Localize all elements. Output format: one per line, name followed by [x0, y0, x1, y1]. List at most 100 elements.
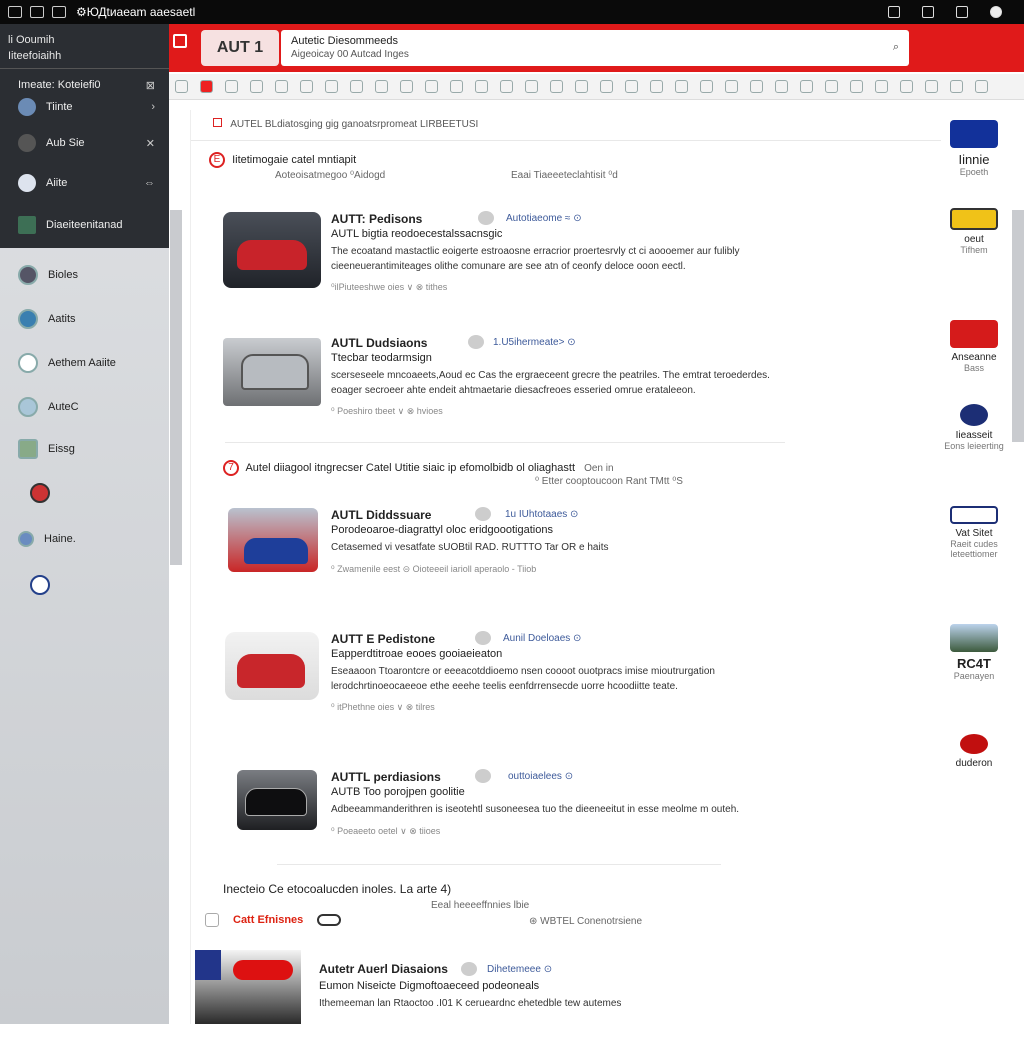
tag-icon[interactable]: [550, 80, 563, 93]
folder-icon[interactable]: [30, 6, 44, 18]
star-icon[interactable]: [825, 80, 838, 93]
table-icon[interactable]: [475, 80, 488, 93]
right-scrollbar[interactable]: [1012, 210, 1024, 442]
more-icon[interactable]: [900, 80, 913, 93]
link-icon[interactable]: [400, 80, 413, 93]
card-author[interactable]: 1.U5ihermeate> ⊙: [493, 337, 576, 348]
list-icon[interactable]: [700, 80, 713, 93]
section-subtitle-right: Eaai Tiaeeeteclahtisit ⁰d: [511, 170, 618, 181]
checkbox-icon[interactable]: [213, 118, 222, 127]
lock-icon[interactable]: [956, 6, 968, 18]
bold-icon[interactable]: [375, 80, 388, 93]
cut-icon[interactable]: [325, 80, 338, 93]
sidebar-item-profile[interactable]: [0, 478, 169, 508]
filter-icon[interactable]: [500, 80, 513, 93]
sidebar-header-line1: li Ooumih: [8, 34, 55, 46]
card-author[interactable]: outtoiaelees ⊙: [508, 771, 573, 782]
list-item[interactable]: AUTL Dudsiaons 1.U5ihermeate> ⊙ Ttecbar …: [223, 335, 803, 436]
share-icon[interactable]: [575, 80, 588, 93]
list-item[interactable]: AUTT: Pedisons Autotiaeome ≈ ⊙ AUTL bigt…: [223, 211, 803, 312]
undo-icon[interactable]: [225, 80, 238, 93]
notes-icon[interactable]: [888, 6, 900, 18]
sidebar-item-aiite[interactable]: Aiite ⇔: [0, 168, 169, 198]
feed-header-text: AUTEL BLdiatosging gig ganoatsrpromeat L…: [230, 119, 479, 130]
zoom-icon[interactable]: [625, 80, 638, 93]
search-icon[interactable]: ⌕: [893, 40, 899, 54]
toolbar-icon[interactable]: [175, 80, 188, 93]
sidebar-item-aubsie[interactable]: Aub Sie ✕: [0, 128, 169, 158]
card-title[interactable]: AUTT: Pedisons: [331, 212, 422, 226]
close-icon[interactable]: ✕: [146, 137, 155, 150]
sidebar-item-tiinte[interactable]: Tiinte ›: [0, 92, 169, 122]
sidebar-item-eissg[interactable]: Eissg: [0, 434, 169, 464]
card-author[interactable]: Dihetemeee ⊙: [487, 964, 552, 975]
card-title[interactable]: AUTL Diddssuare: [331, 508, 431, 522]
bookmark-icon[interactable]: [850, 80, 863, 93]
sort-icon[interactable]: [525, 80, 538, 93]
record-icon[interactable]: [200, 80, 213, 93]
toggle-icon[interactable]: [317, 914, 342, 926]
car-image: [237, 770, 317, 830]
refresh-icon[interactable]: [775, 80, 788, 93]
rail-item[interactable]: duderon: [944, 734, 1004, 769]
card-author[interactable]: Autotiaeome ≈ ⊙: [506, 213, 582, 224]
sidebar-item-diagnostics[interactable]: Diaeiteenitanad: [0, 210, 169, 240]
card-author[interactable]: 1u IUhtotaaes ⊙: [505, 509, 578, 520]
search-icon[interactable]: [300, 80, 313, 93]
list-item[interactable]: AUTTL perdiasions outtoiaelees ⊙ AUTB To…: [223, 769, 803, 870]
home-icon[interactable]: [52, 6, 66, 18]
upload-icon[interactable]: [750, 80, 763, 93]
car-image: [225, 632, 319, 700]
card-title[interactable]: AUTT E Pedistone: [331, 632, 435, 646]
print-icon[interactable]: [600, 80, 613, 93]
pin-icon[interactable]: [925, 80, 938, 93]
rail-item-label: Vat Sitet: [955, 528, 993, 539]
tab-icon[interactable]: [205, 913, 219, 927]
sidebar-item-bioles[interactable]: Bioles: [0, 260, 169, 290]
list-item[interactable]: AUTT E Pedistone Aunil Doeloaes ⊙ Eapper…: [223, 631, 803, 732]
rail-item[interactable]: Iinnie Epoeth: [944, 120, 1004, 177]
copy-icon[interactable]: [275, 80, 288, 93]
sidebar-item-aatits[interactable]: Aatits: [0, 304, 169, 334]
list-item[interactable]: AUTL Diddssuare 1u IUhtotaaes ⊙ Porodeoa…: [223, 507, 803, 608]
card-title[interactable]: Autetr Auerl Diasaions: [319, 962, 448, 976]
card-title[interactable]: AUTTL perdiasions: [331, 770, 441, 784]
rail-item[interactable]: RC4T Paenayen: [944, 624, 1004, 681]
rail-item[interactable]: Vat Sitet Raeit cudes leteettiomer: [944, 506, 1004, 559]
checkbox-icon[interactable]: ⊠: [146, 79, 155, 92]
tab-active[interactable]: Catt Efnisnes: [233, 914, 303, 926]
sidebar-item-autec[interactable]: AuteC: [0, 392, 169, 422]
account-icon[interactable]: [990, 6, 1002, 18]
menu-icon[interactable]: [173, 34, 187, 48]
card-author[interactable]: Aunil Doeloaes ⊙: [503, 633, 581, 644]
chart-icon[interactable]: [450, 80, 463, 93]
image-icon[interactable]: [425, 80, 438, 93]
rail-item[interactable]: oeut Tifhem: [944, 208, 1004, 255]
settings-icon[interactable]: [650, 80, 663, 93]
sidebar-item-help[interactable]: [0, 570, 169, 600]
avatar-icon: [18, 265, 38, 285]
right-rail: Iinnie Epoeth oeut Tifhem Anseanne Bass …: [944, 112, 1004, 1024]
brand-logo: [950, 120, 998, 148]
card-meta: ⁰ itPhethne oies ∨ ⊗ tilres: [331, 702, 435, 712]
sidebar-item-aethem[interactable]: Aethem Aaiite: [0, 348, 169, 378]
swap-icon[interactable]: ⇔: [144, 177, 155, 189]
download-icon[interactable]: [725, 80, 738, 93]
sidebar-scrollbar[interactable]: [170, 210, 182, 565]
grid-icon[interactable]: [922, 6, 934, 18]
sidebar-item-haine[interactable]: Haine.: [0, 524, 169, 554]
help-icon[interactable]: [875, 80, 888, 93]
expand-icon[interactable]: [950, 80, 963, 93]
redo-icon[interactable]: [250, 80, 263, 93]
car-icon: [18, 439, 38, 459]
card-title[interactable]: AUTL Dudsiaons: [331, 336, 427, 350]
close-icon[interactable]: [975, 80, 988, 93]
rail-item[interactable]: Iieasseit Eons leieerting: [944, 404, 1004, 451]
flag-icon[interactable]: [800, 80, 813, 93]
list-item[interactable]: Autetr Auerl Diasaions Dihetemeee ⊙ Eumo…: [195, 950, 775, 1050]
paste-icon[interactable]: [350, 80, 363, 93]
rail-item[interactable]: Anseanne Bass: [944, 320, 1004, 373]
search-input[interactable]: Autetic Diesommeeds Aigeoicay 00 Autcad …: [281, 30, 909, 66]
grid-icon[interactable]: [675, 80, 688, 93]
chevron-right-icon: ›: [151, 101, 155, 113]
